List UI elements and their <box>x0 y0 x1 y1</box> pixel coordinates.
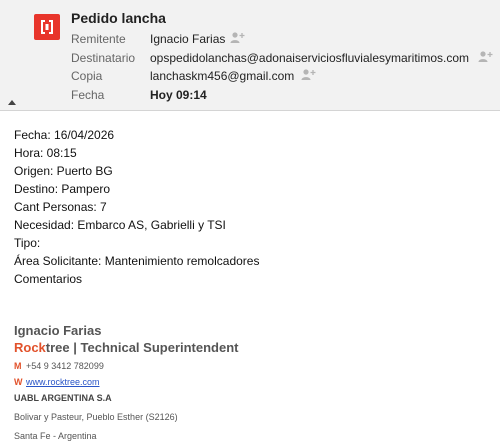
from-row: Remitente Ignacio Farias <box>0 32 500 50</box>
from-label: Remitente <box>71 32 126 46</box>
from-value[interactable]: Ignacio Farias <box>150 32 225 46</box>
company-name: UABL ARGENTINA S.A <box>14 393 112 403</box>
signature-name: Ignacio Farias <box>14 323 102 338</box>
signature-brand: Rocktree | Technical Superintendent <box>14 340 239 357</box>
to-value[interactable]: opspedidolanchas@adonaiserviciosfluviale… <box>150 51 469 65</box>
brand-rock: Rock <box>14 340 46 355</box>
mobile-letter: M <box>14 361 22 371</box>
body-line: Hora: 08:15 <box>14 146 77 160</box>
body-line: Comentarios <box>14 272 83 286</box>
email-signature: Ignacio Farias Rocktree | Technical Supe… <box>14 323 239 447</box>
to-row: Destinatario opspedidolanchas@adonaiserv… <box>0 51 500 69</box>
date-label: Fecha <box>71 88 105 102</box>
add-contact-icon[interactable] <box>301 68 316 82</box>
signature-web-link[interactable]: www.rocktree.com <box>26 377 100 387</box>
body-line: Tipo: <box>14 236 41 250</box>
signature-mobile: +54 9 3412 782099 <box>26 361 104 371</box>
body-line: Necesidad: Embarco AS, Gabrielli y TSI <box>14 218 226 232</box>
signature-web-row: Wwww.rocktree.com <box>14 377 239 393</box>
cc-label: Copia <box>71 69 103 83</box>
signature-company: UABL ARGENTINA S.A <box>14 393 239 409</box>
add-contact-icon[interactable] <box>230 31 245 45</box>
message-subject: Pedido lancha <box>71 10 166 26</box>
collapse-header-icon[interactable] <box>8 92 16 105</box>
cc-value[interactable]: lanchaskm456@gmail.com <box>150 69 294 83</box>
date-row: Fecha Hoy 09:14 <box>0 88 500 106</box>
signature-mobile-row: M +54 9 3412 782099 <box>14 361 239 377</box>
cc-row: Copia lanchaskm456@gmail.com <box>0 69 500 87</box>
brand-tree: tree <box>45 340 70 355</box>
brand-separator: | <box>73 340 77 355</box>
body-line: Área Solicitante: Mantenimiento remolcad… <box>14 254 260 268</box>
message-header: Pedido lancha Remitente Ignacio Farias D… <box>0 0 500 111</box>
body-line: Cant Personas: 7 <box>14 200 107 214</box>
body-line: Destino: Pampero <box>14 182 111 196</box>
signature-role: Technical Superintendent <box>80 340 239 355</box>
signature-address: Santa Fe - Argentina <box>14 431 97 441</box>
web-letter: W <box>14 377 23 387</box>
message-body: Fecha: 16/04/2026 Hora: 08:15 Origen: Pu… <box>14 126 259 288</box>
date-value: Hoy 09:14 <box>150 88 207 102</box>
add-contact-icon[interactable] <box>478 50 493 64</box>
to-label: Destinatario <box>71 51 136 65</box>
body-line: Origen: Puerto BG <box>14 164 113 178</box>
signature-address: Bolivar y Pasteur, Pueblo Esther (S2126) <box>14 412 178 422</box>
body-line: Fecha: 16/04/2026 <box>14 128 115 142</box>
